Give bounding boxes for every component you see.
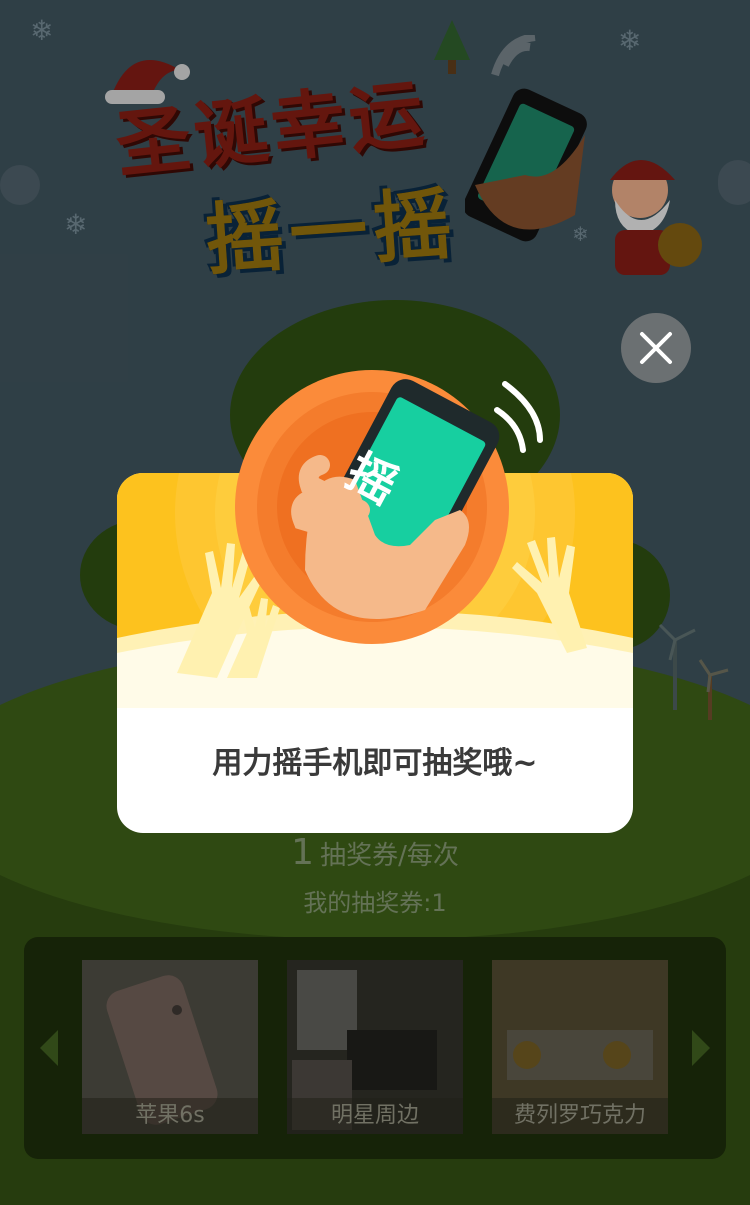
modal-message: 用力摇手机即可抽奖哦~ — [212, 746, 538, 781]
shake-phone-icon — [235, 370, 543, 644]
close-button[interactable] — [621, 313, 691, 383]
close-icon — [640, 332, 672, 364]
